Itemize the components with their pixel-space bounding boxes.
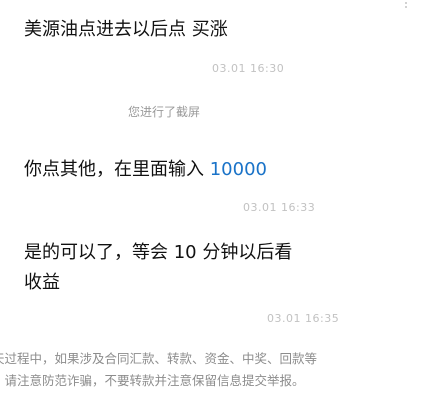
message-text: 你点其他，在里面输入 bbox=[24, 159, 210, 180]
chat-window: 美源油点进去以后点 买涨 03.01 16:30 您进行了截屏 你点其他，在里面… bbox=[0, 0, 422, 415]
message-text-line: 收益 bbox=[24, 272, 60, 293]
message-timestamp: 03.01 16:33 bbox=[243, 201, 316, 214]
message-number-link[interactable]: 10000 bbox=[210, 159, 267, 180]
message-timestamp: 03.01 16:35 bbox=[267, 312, 340, 325]
notice-line: ，请注意防范诈骗，不要转款并注意保留信息提交举报。 bbox=[0, 373, 305, 388]
message-text: 美源油点进去以后点 买涨 bbox=[24, 19, 228, 40]
message-bubble[interactable]: 美源油点进去以后点 买涨 bbox=[24, 14, 228, 46]
message-text-line: 是的可以了，等会 10 分钟以后看 bbox=[24, 242, 293, 263]
more-options-icon[interactable] bbox=[405, 2, 415, 12]
message-bubble[interactable]: 你点其他，在里面输入 10000 bbox=[24, 154, 267, 186]
message-timestamp: 03.01 16:30 bbox=[212, 62, 285, 75]
anti-fraud-notice: 天过程中，如果涉及合同汇款、转款、资金、中奖、回款等 ，请注意防范诈骗，不要转款… bbox=[0, 348, 422, 392]
message-bubble[interactable]: 是的可以了，等会 10 分钟以后看 收益 bbox=[24, 238, 293, 298]
notice-line: 天过程中，如果涉及合同汇款、转款、资金、中奖、回款等 bbox=[0, 351, 318, 366]
screenshot-system-notice: 您进行了截屏 bbox=[128, 105, 201, 119]
